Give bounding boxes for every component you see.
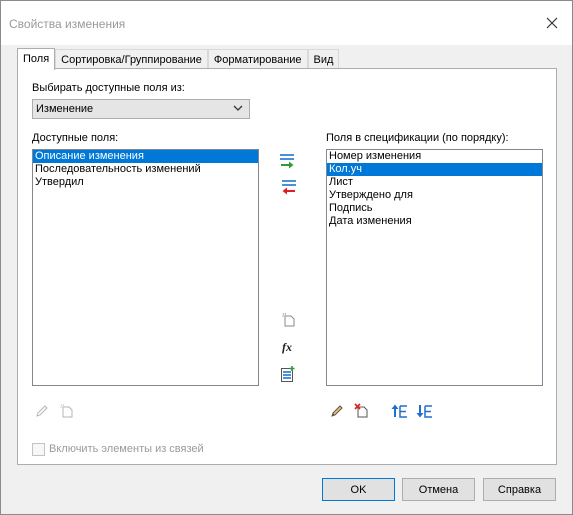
tab-sorting-grouping[interactable]: Сортировка/Группирование [55,49,208,69]
svg-text:fx: fx [282,340,292,354]
cancel-button[interactable]: Отмена [402,478,475,501]
close-icon [546,17,558,29]
list-item[interactable]: Утверждено для [327,189,542,202]
tab-fields[interactable]: Поля [17,48,56,70]
source-category-dropdown[interactable]: Изменение [32,99,250,119]
select-source-label: Выбирать доступные поля из: [32,82,185,94]
close-button[interactable] [542,13,562,33]
list-item[interactable]: Утвердил [33,176,258,189]
ok-button[interactable]: OK [322,478,395,501]
include-links-checkbox[interactable] [32,443,45,456]
list-item[interactable]: Подпись [327,202,542,215]
edit-parameter-icon[interactable] [34,403,50,419]
list-item[interactable]: Дата изменения [327,215,542,228]
tab-appearance[interactable]: Вид [307,49,340,69]
remove-parameter-icon[interactable] [279,179,297,195]
title-bar: Свойства изменения [1,1,572,45]
list-item[interactable]: Последовательность изменений [33,163,258,176]
tab-formatting[interactable]: Форматирование [207,49,308,69]
list-item[interactable]: Лист [327,176,542,189]
help-button[interactable]: Справка [483,478,556,501]
move-down-icon[interactable] [416,403,434,419]
edit-scheduled-parameter-icon[interactable] [329,403,345,419]
available-fields-list[interactable]: Описание изменения Последовательность из… [32,149,259,386]
available-fields-label: Доступные поля: [32,132,119,144]
chevron-down-icon [233,105,243,111]
fields-tab-panel: Выбирать доступные поля из: Изменение До… [17,68,557,465]
list-item[interactable]: Описание изменения [33,150,258,163]
add-parameter-icon[interactable] [279,153,297,169]
dialog-window: Свойства изменения Поля Сортировка/Групп… [0,0,573,515]
list-item[interactable]: Кол.уч [327,163,542,176]
combine-parameters-icon[interactable] [280,365,296,383]
formula-icon[interactable]: fx [280,339,298,355]
include-links-label: Включить элементы из связей [49,443,204,455]
tab-strip: Поля Сортировка/Группирование Форматиров… [17,48,340,70]
delete-parameter-icon[interactable] [59,403,75,419]
scheduled-fields-list[interactable]: Номер изменения Кол.уч Лист Утверждено д… [326,149,543,386]
list-item[interactable]: Номер изменения [327,150,542,163]
source-category-value: Изменение [36,103,94,115]
new-parameter-icon[interactable] [281,312,297,328]
window-title: Свойства изменения [9,17,126,31]
move-up-icon[interactable] [391,403,409,419]
scheduled-fields-label: Поля в спецификации (по порядку): [326,132,509,144]
delete-scheduled-parameter-icon[interactable] [354,403,370,419]
